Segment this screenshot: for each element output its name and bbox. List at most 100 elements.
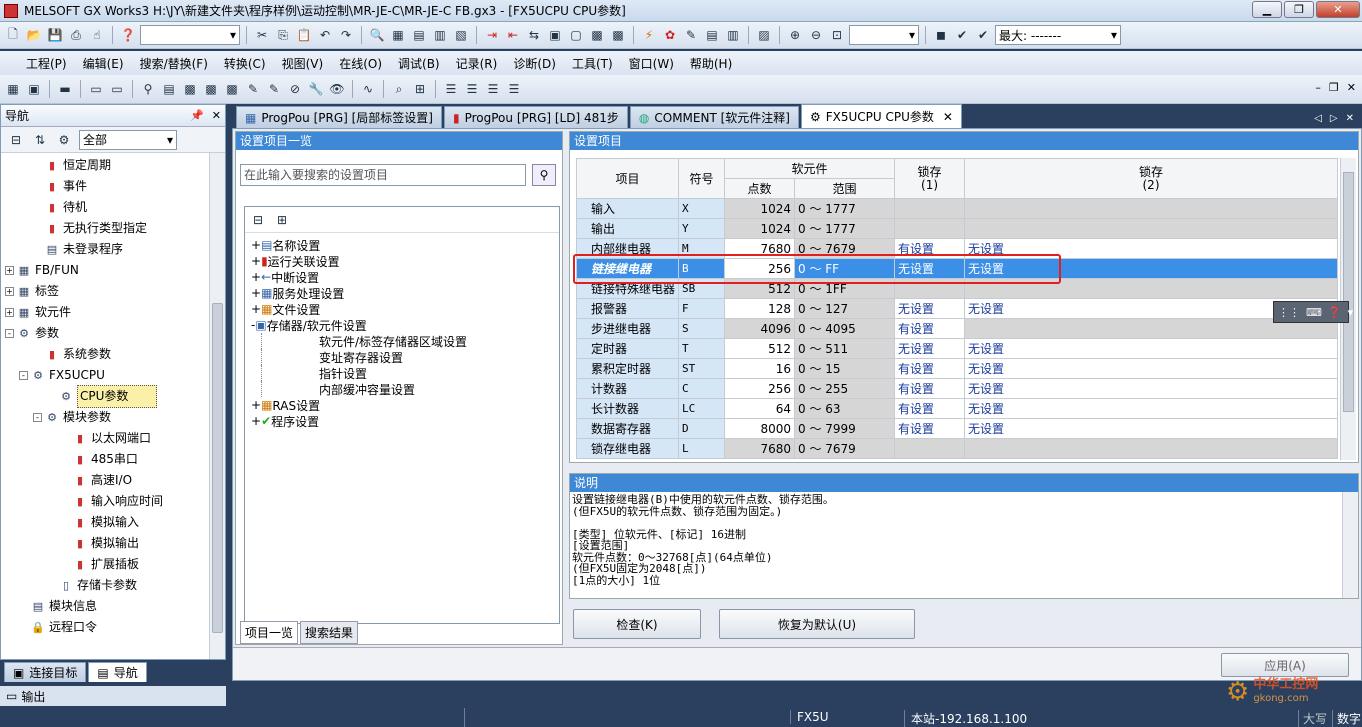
cell-latch1[interactable]: 有设置 (894, 318, 966, 339)
cell-points[interactable]: 7680 (724, 238, 796, 259)
tab-ladder[interactable]: ▮ ProgPou [PRG] [LD] 481步 (443, 106, 628, 128)
cell-symbol[interactable]: T (678, 338, 726, 359)
cell-latch2[interactable]: 无设置 (964, 238, 1338, 259)
online-edit-icon[interactable]: ▤ (703, 26, 721, 44)
cell-points[interactable]: 4096 (724, 318, 796, 339)
cell-latch2[interactable]: 无设置 (964, 358, 1338, 379)
minimize-button[interactable]: ▁ (1252, 1, 1282, 18)
table-row[interactable]: 累积定时器 ST 16 0 ～ 15 有设置 无设置 (576, 358, 1338, 379)
nav-filter-select[interactable]: 全部 ▾ (79, 129, 177, 150)
stop-icon[interactable]: ◼ (932, 26, 950, 44)
pin-icon[interactable]: 📌 (190, 109, 204, 122)
cell-item[interactable]: 步进继电器 (576, 318, 680, 339)
table-row[interactable]: 步进继电器 S 4096 0 ～ 4095 有设置 (576, 318, 1338, 339)
gear-icon[interactable]: ⚙ (55, 131, 73, 149)
setting-search-input[interactable]: 在此输入要搜索的设置项目 (240, 164, 526, 186)
setting-tree-item[interactable]: + ← 中断设置 (251, 269, 559, 285)
cell-symbol[interactable]: SB (678, 278, 726, 299)
nav-tree-item[interactable]: ▮ 无执行类型指定 (1, 218, 209, 239)
device-list-icon[interactable]: ▦ (389, 26, 407, 44)
redo-icon[interactable]: ↷ (337, 26, 355, 44)
table-row[interactable]: 链接继电器 B 256 0 ～ FF 无设置 无设置 (576, 258, 1338, 279)
write-plc-icon[interactable]: ⇥ (483, 26, 501, 44)
nav-tree-item[interactable]: + ▦ 标签 (1, 281, 209, 302)
close-icon[interactable]: ✕ (212, 109, 221, 122)
cell-latch1[interactable]: 有设置 (894, 378, 966, 399)
cell-symbol[interactable]: X (678, 198, 726, 219)
cell-points[interactable]: 256 (724, 378, 796, 399)
cell-item[interactable]: 长计数器 (576, 398, 680, 419)
menu-item[interactable]: 在线(O) (331, 55, 390, 72)
find-icon[interactable]: ⌕ (390, 80, 408, 98)
output-panel-tab[interactable]: ▭ 输出 (0, 686, 226, 706)
cell-points[interactable]: 16 (724, 358, 796, 379)
copy-icon[interactable]: ⎘ (274, 26, 292, 44)
cell-latch2[interactable] (964, 278, 1338, 299)
setting-tree-item[interactable]: + ▦ 服务处理设置 (251, 285, 559, 301)
restore-default-button[interactable]: 恢复为默认(U) (719, 609, 915, 639)
cell-range[interactable]: 0 ～ 255 (794, 378, 896, 399)
tree-icon[interactable]: ⊞ (411, 80, 429, 98)
cell-latch2[interactable]: 无设置 (964, 418, 1338, 439)
setting-tree-item[interactable]: + ▦ RAS设置 (251, 397, 559, 413)
expand-icon[interactable]: + (251, 238, 261, 252)
cell-latch1[interactable]: 无设置 (894, 298, 966, 319)
cell-range[interactable]: 0 ～ 511 (794, 338, 896, 359)
expand-icon[interactable]: + (251, 414, 261, 428)
fit-icon[interactable]: ⊡ (828, 26, 846, 44)
dev5-icon[interactable]: ▩ (223, 80, 241, 98)
expand-icon[interactable]: + (251, 254, 261, 268)
cell-latch1[interactable] (894, 218, 966, 239)
cell-range[interactable]: 0 ～ 127 (794, 298, 896, 319)
edit2-icon[interactable]: ✎ (265, 80, 283, 98)
monitor-stop-icon[interactable]: ▢ (567, 26, 585, 44)
tab-close-icon[interactable]: ✕ (1346, 113, 1354, 124)
expand-icon[interactable]: + (5, 266, 14, 275)
wave-icon[interactable]: ∿ (359, 80, 377, 98)
menu-item[interactable]: 编辑(E) (75, 55, 132, 72)
max-combo[interactable]: 最大: ------- ▾ (995, 25, 1121, 45)
cell-symbol[interactable]: L (678, 438, 726, 459)
nav-tree-item[interactable]: ▤ 未登录程序 (1, 239, 209, 260)
expand-icon[interactable]: + (5, 287, 14, 296)
close-icon[interactable]: ✕ (943, 110, 953, 124)
setting-tree-item[interactable]: + ▮ 运行关联设置 (251, 253, 559, 269)
cell-latch1[interactable]: 无设置 (894, 258, 966, 279)
help-icon[interactable]: ❓ (119, 26, 137, 44)
cell-latch1[interactable]: 有设置 (894, 238, 966, 259)
search-combo[interactable]: ▾ (140, 25, 240, 45)
expand-icon[interactable]: + (251, 270, 261, 284)
nav-tree-item[interactable]: ▮ 以太网端口 (1, 428, 209, 449)
close-button[interactable]: ✕ (1316, 1, 1360, 18)
nav-tree-item[interactable]: ▮ 扩展插板 (1, 554, 209, 575)
mdi-restore-icon[interactable]: ❐ (1329, 81, 1339, 94)
cell-symbol[interactable]: Y (678, 218, 726, 239)
cell-range[interactable]: 0 ～ 7679 (794, 238, 896, 259)
pointer-icon[interactable]: ☝ (88, 26, 106, 44)
setting-tree-item[interactable]: 软元件/标签存储器区域设置 (251, 333, 559, 349)
nav-tree-item[interactable]: - ⚙ 模块参数 (1, 407, 209, 428)
menu-item[interactable]: 搜索/替换(F) (132, 55, 216, 72)
cell-points[interactable]: 512 (724, 278, 796, 299)
menu-item[interactable]: 窗口(W) (621, 55, 682, 72)
nav-tree-item[interactable]: ▮ 485串口 (1, 449, 209, 470)
cell-range[interactable]: 0 ～ FF (794, 258, 896, 279)
online-write-icon[interactable]: ▥ (724, 26, 742, 44)
cell-item[interactable]: 链接继电器 (576, 258, 680, 279)
nav-tree-item[interactable]: ⚙ CPU参数 (1, 385, 209, 408)
setting-tree-item[interactable]: 指针设置 (251, 365, 559, 381)
cell-range[interactable]: 0 ～ 15 (794, 358, 896, 379)
cell-symbol[interactable]: C (678, 378, 726, 399)
cell-points[interactable]: 64 (724, 398, 796, 419)
list3-icon[interactable]: ☰ (484, 80, 502, 98)
module-icon[interactable]: ▣ (25, 80, 43, 98)
nav-tree-item[interactable]: 🔒 远程口令 (1, 617, 209, 638)
memory-icon[interactable]: ▬ (56, 80, 74, 98)
collapse-all-icon[interactable]: ⊞ (273, 211, 291, 229)
dev4-icon[interactable]: ▩ (202, 80, 220, 98)
expand-icon[interactable]: + (251, 398, 261, 412)
table-icon[interactable]: ▤ (160, 80, 178, 98)
expand-icon[interactable]: + (251, 286, 261, 300)
keyboard-icon[interactable]: ⌨ (1306, 306, 1322, 319)
cell-latch2[interactable] (964, 218, 1338, 239)
